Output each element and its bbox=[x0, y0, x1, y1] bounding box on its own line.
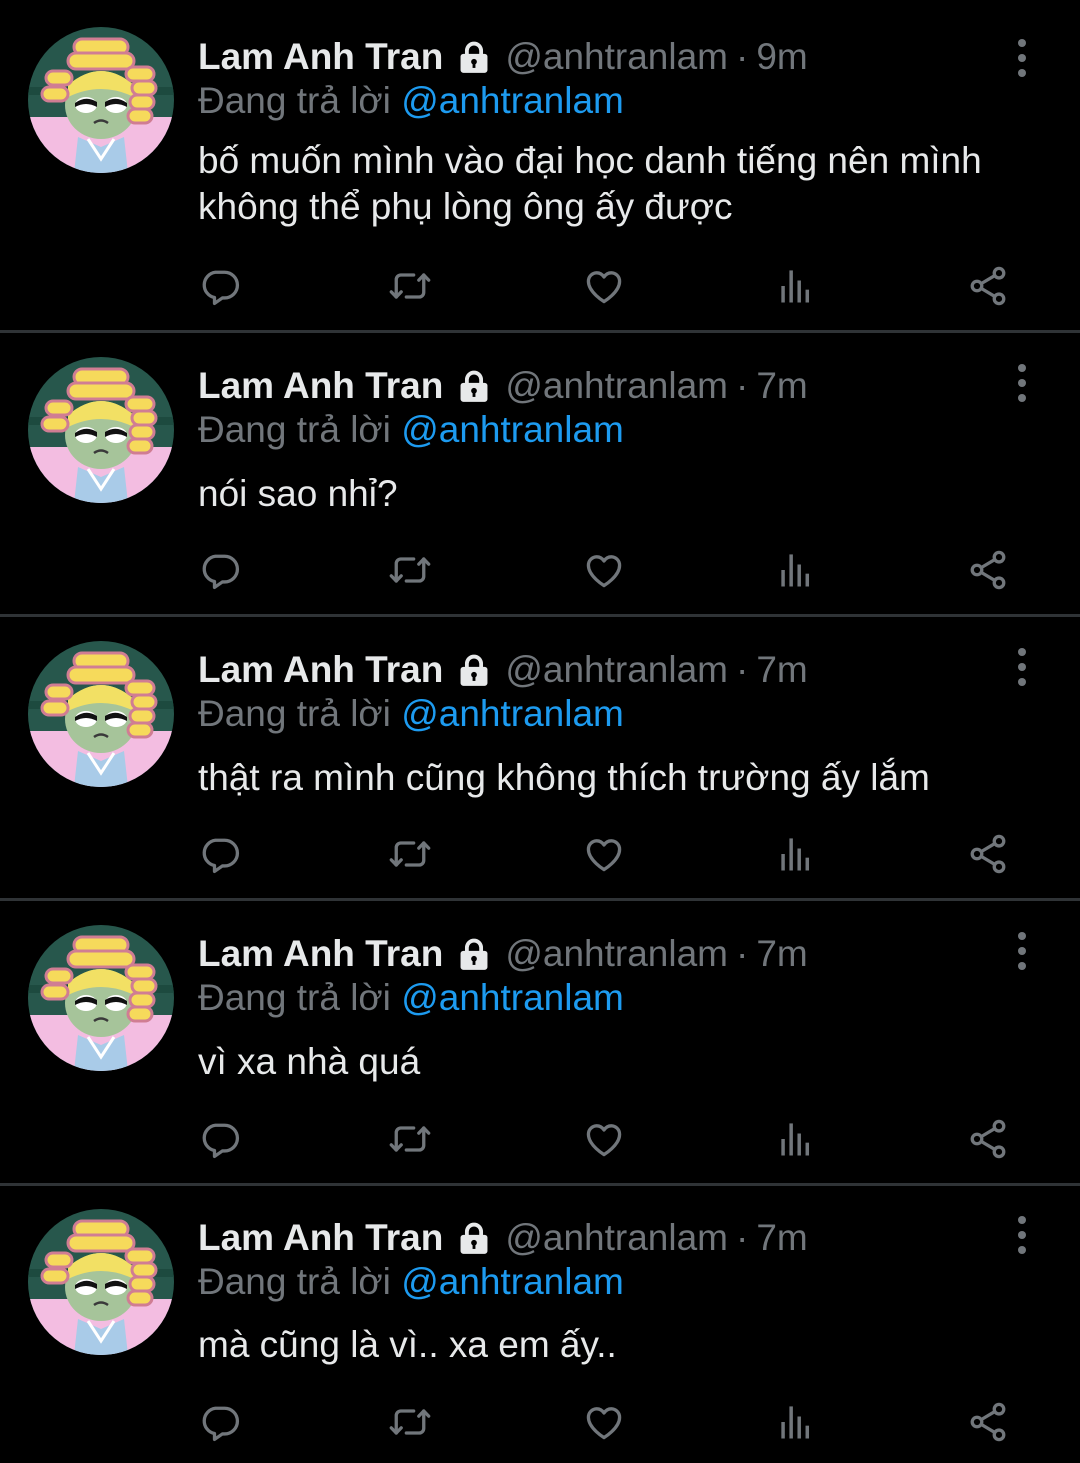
like-icon[interactable] bbox=[582, 264, 626, 308]
replying-mention[interactable]: @anhtranlam bbox=[401, 693, 624, 734]
user-handle[interactable]: @anhtranlam bbox=[505, 933, 728, 975]
replying-to: Đang trả lời @anhtranlam bbox=[198, 1261, 624, 1303]
tweet[interactable]: Lam Anh Tran @anhtranlam · 7m Đang trả l… bbox=[0, 901, 1080, 1186]
analytics-icon[interactable] bbox=[774, 1400, 818, 1444]
share-icon[interactable] bbox=[966, 832, 1010, 876]
tweet-feed: Lam Anh Tran @anhtranlam · 9m Đang trả l… bbox=[0, 0, 1080, 1463]
user-handle[interactable]: @anhtranlam bbox=[505, 1217, 728, 1259]
tweet-header: Lam Anh Tran @anhtranlam · 7m bbox=[198, 363, 808, 409]
reply-icon[interactable] bbox=[198, 1117, 242, 1161]
replying-prefix: Đang trả lời bbox=[198, 977, 391, 1018]
avatar[interactable] bbox=[28, 357, 174, 503]
avatar[interactable] bbox=[28, 1209, 174, 1355]
lock-icon bbox=[455, 935, 493, 973]
display-name[interactable]: Lam Anh Tran bbox=[198, 933, 443, 975]
reply-icon[interactable] bbox=[198, 264, 242, 308]
tweet[interactable]: Lam Anh Tran @anhtranlam · 9m Đang trả l… bbox=[0, 0, 1080, 333]
lock-icon bbox=[455, 651, 493, 689]
like-icon[interactable] bbox=[582, 1400, 626, 1444]
tweet-header: Lam Anh Tran @anhtranlam · 9m bbox=[198, 34, 808, 80]
like-icon[interactable] bbox=[582, 1117, 626, 1161]
separator-dot: · bbox=[736, 36, 749, 77]
retweet-icon[interactable] bbox=[388, 832, 432, 876]
action-bar bbox=[198, 1400, 1018, 1444]
replying-mention[interactable]: @anhtranlam bbox=[401, 977, 624, 1018]
replying-mention[interactable]: @anhtranlam bbox=[401, 1261, 624, 1302]
like-icon[interactable] bbox=[582, 548, 626, 592]
separator-dot: · bbox=[736, 1217, 749, 1258]
reply-icon[interactable] bbox=[198, 1400, 242, 1444]
analytics-icon[interactable] bbox=[774, 264, 818, 308]
tweet-text: mà cũng là vì.. xa em ấy.. bbox=[198, 1324, 617, 1365]
lock-icon bbox=[455, 38, 493, 76]
retweet-icon[interactable] bbox=[388, 1117, 432, 1161]
more-vertical-icon[interactable] bbox=[1010, 1215, 1034, 1255]
tweet-text: bố muốn mình vào đại học danh tiếng nên … bbox=[198, 140, 982, 227]
action-bar bbox=[198, 264, 1018, 308]
replying-prefix: Đang trả lời bbox=[198, 693, 391, 734]
user-handle[interactable]: @anhtranlam bbox=[505, 649, 728, 691]
analytics-icon[interactable] bbox=[774, 548, 818, 592]
avatar[interactable] bbox=[28, 641, 174, 787]
tweet-header: Lam Anh Tran @anhtranlam · 7m bbox=[198, 647, 808, 693]
replying-to: Đang trả lời @anhtranlam bbox=[198, 977, 624, 1019]
analytics-icon[interactable] bbox=[774, 832, 818, 876]
timestamp[interactable]: 7m bbox=[756, 649, 807, 691]
user-handle[interactable]: @anhtranlam bbox=[505, 36, 728, 78]
display-name[interactable]: Lam Anh Tran bbox=[198, 365, 443, 407]
separator-dot: · bbox=[736, 365, 749, 406]
replying-prefix: Đang trả lời bbox=[198, 409, 391, 450]
lock-icon bbox=[455, 367, 493, 405]
separator-dot: · bbox=[736, 933, 749, 974]
more-vertical-icon[interactable] bbox=[1010, 647, 1034, 687]
separator-dot: · bbox=[736, 649, 749, 690]
share-icon[interactable] bbox=[966, 264, 1010, 308]
like-icon[interactable] bbox=[582, 832, 626, 876]
user-handle[interactable]: @anhtranlam bbox=[505, 365, 728, 407]
analytics-icon[interactable] bbox=[774, 1117, 818, 1161]
tweet-text: nói sao nhỉ? bbox=[198, 473, 398, 514]
display-name[interactable]: Lam Anh Tran bbox=[198, 1217, 443, 1259]
tweet[interactable]: Lam Anh Tran @anhtranlam · 7m Đang trả l… bbox=[0, 617, 1080, 901]
tweet-text: vì xa nhà quá bbox=[198, 1041, 421, 1082]
display-name[interactable]: Lam Anh Tran bbox=[198, 649, 443, 691]
replying-to: Đang trả lời @anhtranlam bbox=[198, 80, 624, 122]
retweet-icon[interactable] bbox=[388, 264, 432, 308]
more-vertical-icon[interactable] bbox=[1010, 363, 1034, 403]
display-name[interactable]: Lam Anh Tran bbox=[198, 36, 443, 78]
replying-to: Đang trả lời @anhtranlam bbox=[198, 409, 624, 451]
lock-icon bbox=[455, 1219, 493, 1257]
tweet-header: Lam Anh Tran @anhtranlam · 7m bbox=[198, 1215, 808, 1261]
reply-icon[interactable] bbox=[198, 832, 242, 876]
retweet-icon[interactable] bbox=[388, 548, 432, 592]
tweet-text: thật ra mình cũng không thích trường ấy … bbox=[198, 757, 930, 798]
replying-prefix: Đang trả lời bbox=[198, 80, 391, 121]
tweet[interactable]: Lam Anh Tran @anhtranlam · 7m Đang trả l… bbox=[0, 333, 1080, 617]
action-bar bbox=[198, 548, 1018, 592]
retweet-icon[interactable] bbox=[388, 1400, 432, 1444]
timestamp[interactable]: 7m bbox=[756, 933, 807, 975]
share-icon[interactable] bbox=[966, 1117, 1010, 1161]
avatar[interactable] bbox=[28, 27, 174, 173]
more-vertical-icon[interactable] bbox=[1010, 931, 1034, 971]
action-bar bbox=[198, 832, 1018, 876]
replying-prefix: Đang trả lời bbox=[198, 1261, 391, 1302]
timestamp[interactable]: 7m bbox=[756, 365, 807, 407]
tweet-header: Lam Anh Tran @anhtranlam · 7m bbox=[198, 931, 808, 977]
share-icon[interactable] bbox=[966, 1400, 1010, 1444]
avatar[interactable] bbox=[28, 925, 174, 1071]
tweet[interactable]: Lam Anh Tran @anhtranlam · 7m Đang trả l… bbox=[0, 1186, 1080, 1463]
share-icon[interactable] bbox=[966, 548, 1010, 592]
timestamp[interactable]: 7m bbox=[756, 1217, 807, 1259]
replying-to: Đang trả lời @anhtranlam bbox=[198, 693, 624, 735]
replying-mention[interactable]: @anhtranlam bbox=[401, 80, 624, 121]
action-bar bbox=[198, 1117, 1018, 1161]
reply-icon[interactable] bbox=[198, 548, 242, 592]
timestamp[interactable]: 9m bbox=[756, 36, 807, 78]
replying-mention[interactable]: @anhtranlam bbox=[401, 409, 624, 450]
more-vertical-icon[interactable] bbox=[1010, 38, 1034, 78]
